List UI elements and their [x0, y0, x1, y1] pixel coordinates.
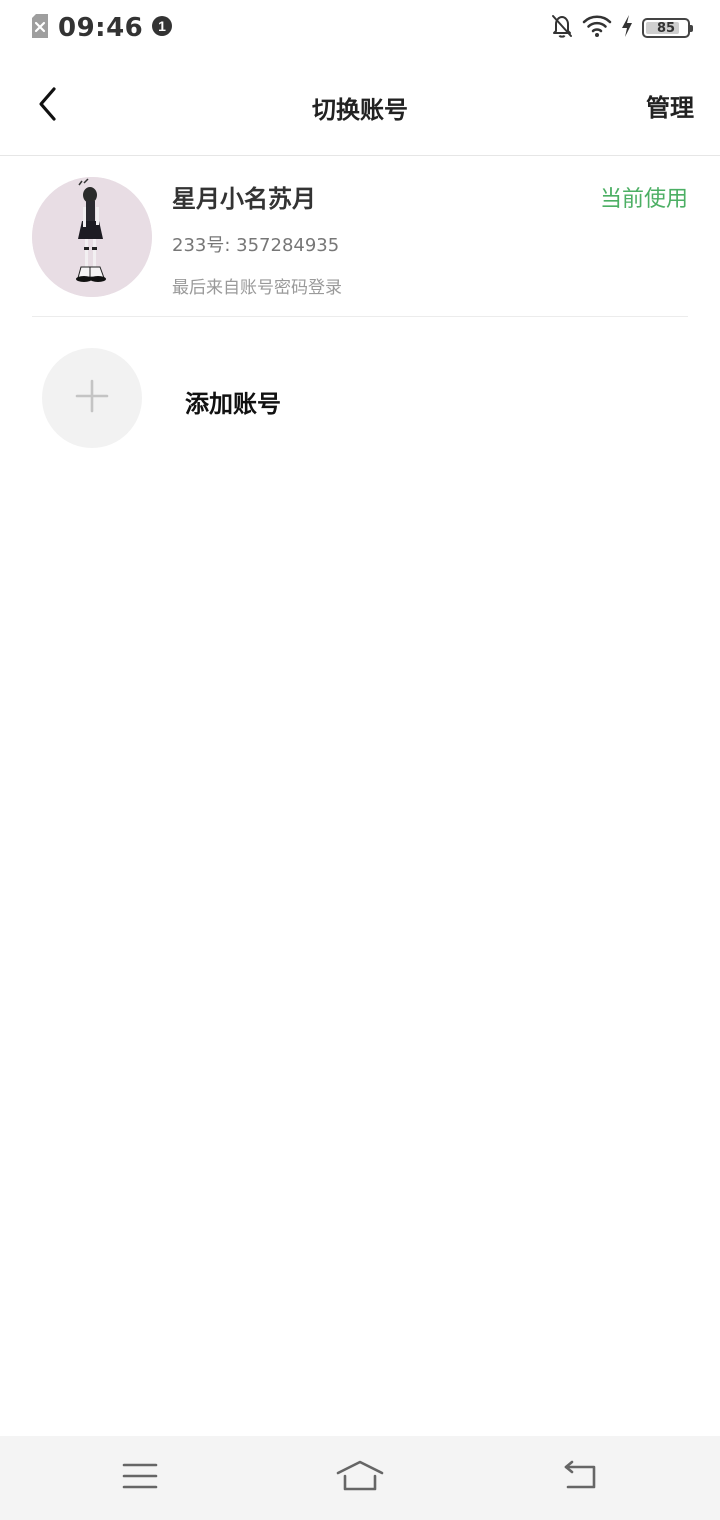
- title-bar: 切换账号 管理: [0, 56, 720, 156]
- battery-icon: 85: [642, 18, 693, 38]
- add-account-label: 添加账号: [185, 390, 281, 418]
- avatar-illustration: [32, 177, 152, 297]
- add-account-button[interactable]: [42, 348, 142, 448]
- home-button[interactable]: [335, 1458, 385, 1498]
- add-account-row[interactable]: 添加账号: [42, 348, 682, 448]
- bell-off-icon: [550, 13, 574, 43]
- account-id: 233号: 357284935: [172, 235, 340, 256]
- avatar: [32, 177, 152, 297]
- page-title: 切换账号: [312, 96, 408, 124]
- status-time: 09:46: [58, 13, 144, 43]
- account-name: 星月小名苏月: [172, 185, 316, 213]
- home-icon: [335, 1459, 385, 1497]
- account-row[interactable]: 星月小名苏月 233号: 357284935 最后来自账号密码登录 当前使用: [32, 157, 688, 317]
- notification-count: 1: [158, 18, 166, 34]
- status-bar-right: 85: [550, 12, 693, 44]
- navigation-bar: [0, 1436, 720, 1520]
- manage-button[interactable]: 管理: [646, 88, 694, 123]
- menu-button[interactable]: [115, 1458, 165, 1498]
- status-bar: 09:46 1 85: [0, 0, 720, 56]
- account-login-info: 最后来自账号密码登录: [172, 278, 342, 298]
- plus-icon: [75, 379, 109, 417]
- charging-icon: [620, 14, 634, 42]
- wifi-icon: [582, 14, 612, 42]
- status-bar-left: 09:46 1: [30, 12, 173, 44]
- menu-icon: [122, 1461, 158, 1495]
- battery-text: 85: [656, 20, 676, 36]
- current-account-badge: 当前使用: [599, 187, 688, 212]
- back-icon: [560, 1459, 600, 1497]
- notification-count-icon: 1: [151, 15, 173, 41]
- back-nav-button[interactable]: [555, 1458, 605, 1498]
- sim-error-icon: [30, 14, 50, 42]
